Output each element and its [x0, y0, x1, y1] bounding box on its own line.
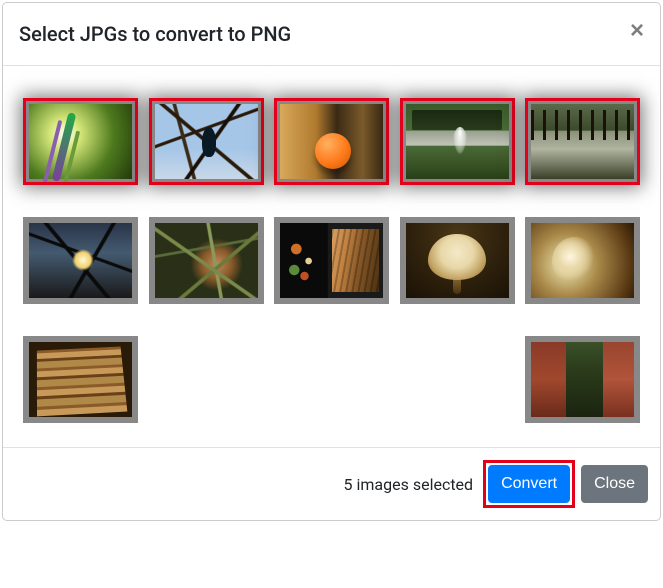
convert-button[interactable]: Convert — [488, 465, 570, 503]
modal-header: Select JPGs to convert to PNG × — [3, 3, 660, 66]
modal-title: Select JPGs to convert to PNG — [19, 19, 291, 49]
thumb-bird-branches[interactable] — [149, 98, 264, 185]
modal-dialog: Select JPGs to convert to PNG × 5 images… — [2, 2, 661, 521]
thumbnail-image — [531, 342, 634, 417]
selection-status: 5 images selected — [344, 475, 474, 494]
thumbnail-image — [29, 342, 132, 417]
close-icon[interactable]: × — [622, 15, 652, 47]
close-button[interactable]: Close — [581, 465, 648, 503]
thumb-pendant-lamp[interactable] — [400, 217, 515, 304]
thumb-fountain-pond[interactable] — [400, 98, 515, 185]
thumb-purple-flower[interactable] — [23, 98, 138, 185]
thumbnail-image — [531, 104, 634, 179]
thumbnail-image — [531, 223, 634, 298]
thumbnail-image — [406, 223, 509, 298]
thumb-sun-branches[interactable] — [23, 217, 138, 304]
modal-footer: 5 images selected Convert Close — [3, 447, 660, 520]
thumb-grass-closeup[interactable] — [149, 217, 264, 304]
thumb-orange-fruit[interactable] — [274, 98, 389, 185]
thumbnail-grid — [23, 98, 640, 423]
thumbnail-image — [406, 104, 509, 179]
thumb-bannister-knob[interactable] — [525, 217, 640, 304]
modal-body — [3, 66, 660, 447]
thumbnail-image — [155, 104, 258, 179]
thumb-lizard-post[interactable] — [525, 336, 640, 423]
thumbnail-image — [155, 223, 258, 298]
thumbnail-image — [280, 223, 383, 298]
thumb-park-trees[interactable] — [525, 98, 640, 185]
thumbnail-image — [280, 104, 383, 179]
thumbnail-image — [29, 223, 132, 298]
thumbnail-image — [29, 104, 132, 179]
tutorial-highlight: Convert — [483, 460, 575, 508]
thumb-food-plate[interactable] — [274, 217, 389, 304]
thumb-wood-stack[interactable] — [23, 336, 138, 423]
